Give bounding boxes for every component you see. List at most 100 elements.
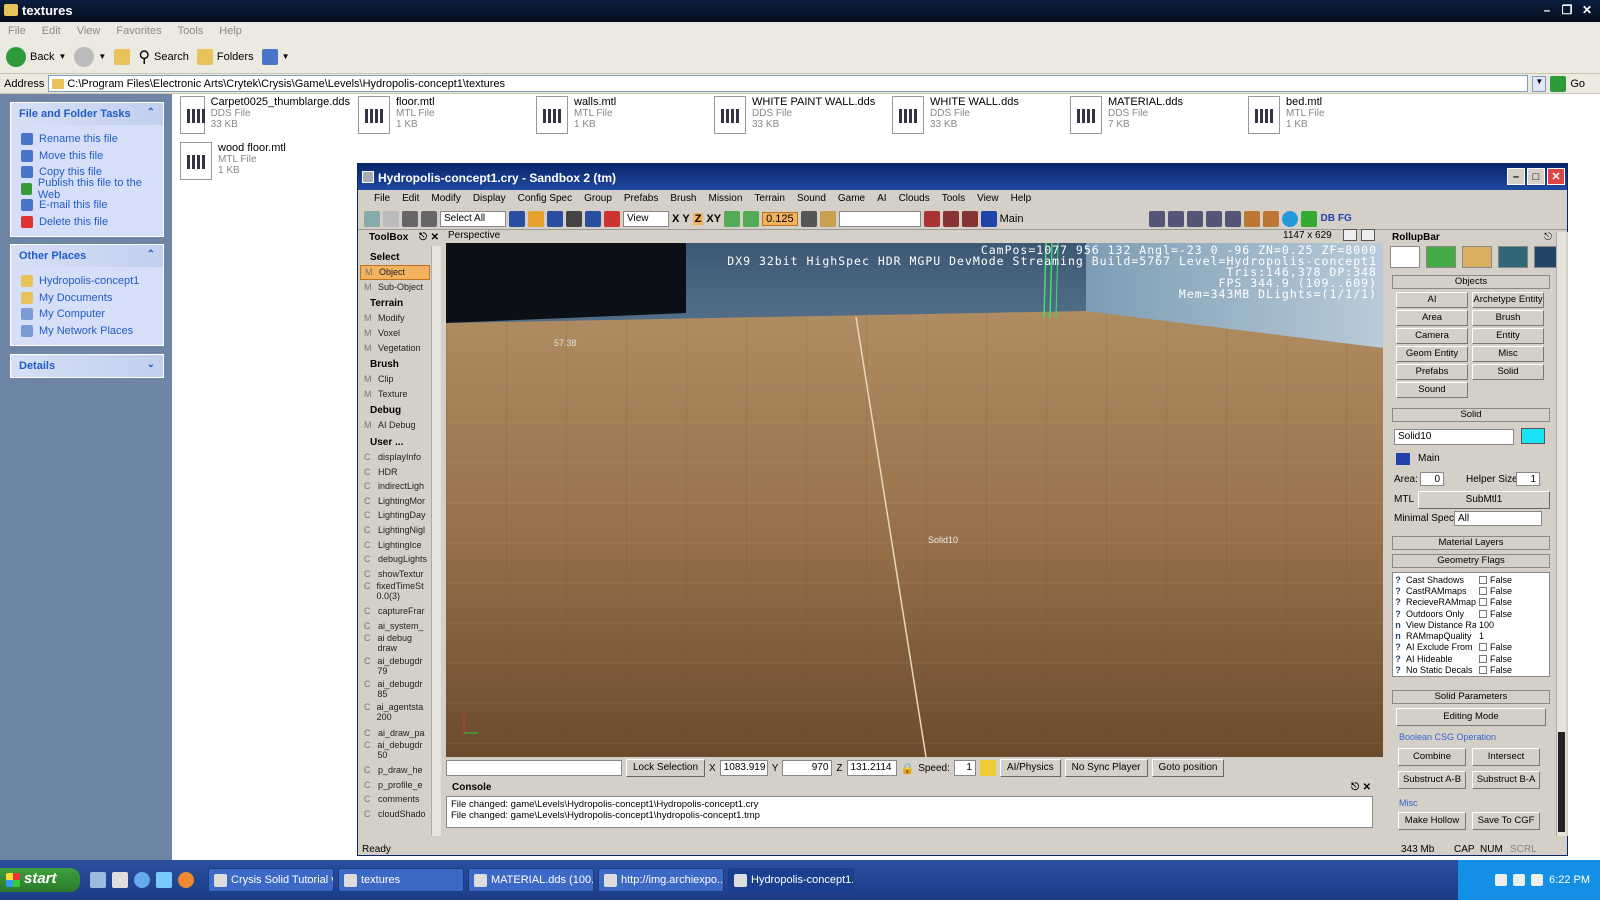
file-item[interactable]: floor.mtl MTL File 1 KB — [358, 96, 528, 134]
lock-icon[interactable]: 🔒 — [901, 762, 915, 775]
menu-item-help[interactable]: Help — [1011, 193, 1032, 208]
tool-icon[interactable] — [1263, 210, 1280, 227]
flag-checkbox[interactable] — [1479, 609, 1487, 618]
toolbox-item[interactable]: CdisplayInfo — [360, 450, 430, 465]
toolbox-item[interactable]: M Voxel — [360, 326, 430, 341]
toolbox-item[interactable]: CshowTextur — [360, 567, 430, 582]
toolbox-item[interactable]: Cai_draw_pa — [360, 725, 430, 740]
tray-icon[interactable] — [1495, 874, 1508, 886]
menu-item-prefabs[interactable]: Prefabs — [624, 193, 658, 208]
menu-item-edit[interactable]: Edit — [42, 25, 61, 37]
geometry-flag-row[interactable]: ? CastRAMmaps False — [1393, 585, 1549, 596]
menu-item-config-spec[interactable]: Config Spec — [518, 193, 572, 208]
coord-system-dropdown[interactable]: View — [623, 210, 669, 227]
object-list-dropdown[interactable] — [838, 210, 921, 227]
grid-snap-button[interactable]: 0.125 — [762, 211, 798, 226]
region-icon[interactable] — [604, 210, 620, 227]
toolbox-item[interactable]: M Object — [360, 265, 430, 280]
address-dropdown-icon[interactable]: ▼ — [1532, 75, 1547, 92]
menu-item-view[interactable]: View — [77, 25, 101, 37]
tray-icon[interactable] — [1513, 874, 1526, 886]
speed-input[interactable]: 1 — [953, 760, 976, 776]
taskbar-button[interactable]: textures — [338, 868, 464, 892]
link-icon[interactable] — [402, 210, 418, 227]
toolbox-item[interactable]: M AI Debug — [360, 418, 430, 433]
viewport-options-icon[interactable] — [1343, 229, 1357, 241]
tray-icon[interactable] — [1531, 874, 1544, 886]
axis-z-button[interactable]: Z — [692, 212, 704, 225]
character-icon[interactable] — [1301, 210, 1318, 227]
toolbox-item[interactable]: Cai debug draw — [360, 633, 430, 656]
file-item[interactable]: bed.mtl MTL File 1 KB — [1248, 96, 1418, 134]
object-type-area-button[interactable]: Area — [1396, 310, 1468, 326]
toolbox-section-header[interactable]: Brush — [360, 355, 430, 372]
place-documents[interactable]: My Documents — [21, 290, 155, 307]
toolbox-section-header[interactable]: Select — [360, 248, 430, 265]
maximize-viewport-icon[interactable] — [1361, 229, 1375, 241]
object-type-ai-button[interactable]: AI — [1396, 292, 1468, 308]
toolbox-item[interactable]: M Texture — [360, 387, 430, 402]
toolbox-item[interactable]: M Clip — [360, 372, 430, 387]
object-color-swatch[interactable] — [1521, 428, 1545, 444]
address-input[interactable]: C:\Program Files\Electronic Arts\Crytek\… — [48, 75, 1529, 92]
taskbar-button[interactable]: MATERIAL.dds (100... — [468, 868, 594, 892]
place-network[interactable]: My Network Places — [21, 323, 155, 340]
menu-item-edit[interactable]: Edit — [402, 193, 419, 208]
toolbox-item[interactable]: Ccomments — [360, 792, 430, 807]
object-type-prefabs-button[interactable]: Prefabs — [1396, 364, 1468, 380]
geometry-flag-row[interactable]: ? Cast Shadows False — [1393, 574, 1549, 585]
collapse-icon[interactable]: ⌃ — [147, 249, 155, 260]
task-delete[interactable]: Delete this file — [21, 214, 155, 231]
clock[interactable]: 6:22 PM — [1549, 874, 1590, 886]
file-item[interactable]: WHITE WALL.dds DDS File 33 KB — [892, 96, 1062, 134]
task-publish[interactable]: Publish this file to the Web — [21, 177, 155, 201]
substruct-ab-button[interactable]: Substruct A-B — [1398, 771, 1466, 789]
quick-launch-icon[interactable] — [134, 872, 150, 888]
tool-icon[interactable] — [1206, 210, 1223, 227]
save-to-cgf-button[interactable]: Save To CGF — [1472, 812, 1540, 830]
y-coordinate-input[interactable]: 970 — [782, 760, 833, 776]
close-button[interactable]: ✕ — [1578, 2, 1596, 19]
toolbox-item[interactable]: CfixedTimeSt 0.0(3) — [360, 581, 430, 604]
perspective-viewport[interactable]: CamPos=1077 956 132 Angl=-23 0 -96 ZN=0.… — [446, 243, 1383, 757]
taskbar-button[interactable]: Crysis Solid Tutorial v... — [208, 868, 334, 892]
helper-size-input[interactable]: 1 — [1516, 472, 1540, 486]
tool-icon[interactable] — [1168, 210, 1185, 227]
expand-icon[interactable]: ⌄ — [147, 359, 155, 370]
object-label[interactable]: Solid10 — [928, 535, 958, 545]
toolbox-item[interactable]: C LightingIce — [360, 537, 430, 552]
flag-checkbox[interactable] — [1479, 643, 1487, 652]
mtl-button[interactable]: SubMtl1 — [1418, 491, 1550, 509]
toolbox-section-header[interactable]: Debug — [360, 401, 430, 418]
close-icon[interactable]: ✕ — [431, 232, 439, 243]
menu-item-tools[interactable]: Tools — [942, 193, 965, 208]
taskbar-button[interactable]: http://img.archiexpo.... — [598, 868, 724, 892]
toolbox-item[interactable]: C LightingDay — [360, 508, 430, 523]
minimize-button[interactable]: – — [1507, 168, 1525, 185]
geometry-flag-row[interactable]: n View Distance Ra 100 — [1393, 619, 1549, 630]
restore-button[interactable]: ❐ — [1558, 2, 1576, 19]
menu-item-view[interactable]: View — [977, 193, 999, 208]
collapse-icon[interactable]: ⌃ — [147, 107, 155, 118]
combine-button[interactable]: Combine — [1398, 748, 1466, 766]
toolbox-item[interactable]: Cai_system_ — [360, 619, 430, 634]
task-move[interactable]: Move this file — [21, 148, 155, 165]
panel-header[interactable]: File and Folder Tasks ⌃ — [11, 103, 163, 125]
quick-launch-icon[interactable] — [90, 872, 106, 888]
material-layers-header[interactable]: Material Layers — [1392, 536, 1550, 550]
db-button[interactable]: DB — [1320, 213, 1334, 224]
menu-item-ai[interactable]: AI — [877, 193, 886, 208]
rollup-scrollbar[interactable] — [1556, 232, 1566, 836]
geometry-flag-row[interactable]: ? No Static Decals False — [1393, 664, 1549, 675]
geometry-flag-row[interactable]: ? AI Exclude From False — [1393, 642, 1549, 653]
angle-snap-icon[interactable] — [800, 210, 817, 227]
back-button[interactable]: Back ▼ — [6, 46, 66, 67]
console-output[interactable]: File changed: game\Levels\Hydropolis-con… — [446, 796, 1373, 828]
toolbox-item[interactable]: CindirectLigh — [360, 479, 430, 494]
minimize-button[interactable]: – — [1538, 2, 1556, 19]
move-icon[interactable] — [528, 210, 544, 227]
ai-icon[interactable] — [961, 210, 978, 227]
viewport-label[interactable]: Perspective — [448, 230, 500, 241]
follow-terrain-icon[interactable] — [979, 760, 996, 776]
flag-checkbox[interactable] — [1479, 654, 1487, 663]
